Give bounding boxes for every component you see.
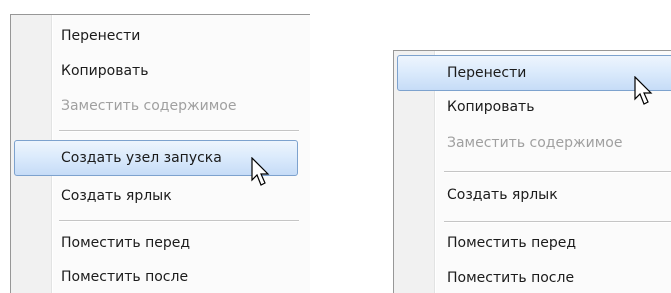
menu-item-label: Заместить содержимое (447, 135, 623, 151)
menu-item-label: Поместить после (61, 269, 189, 285)
menu-item-label: Заместить содержимое (61, 98, 237, 114)
menu-item-move[interactable]: Перенести (61, 18, 301, 54)
menu-item-create-shortcut[interactable]: Создать ярлык (447, 177, 667, 213)
menu-separator (59, 220, 299, 222)
menu-item-label: Копировать (61, 63, 149, 79)
menu-separator (59, 130, 299, 132)
menu-item-copy[interactable]: Копировать (61, 53, 301, 89)
menu-item-replace-content: Заместить содержимое (61, 88, 301, 124)
menu-item-move[interactable]: Перенести (397, 55, 671, 91)
mouse-pointer-icon (634, 76, 653, 105)
menu-item-label: Создать ярлык (447, 187, 558, 203)
menu-item-label: Перенести (447, 65, 527, 81)
menu-item-place-before[interactable]: Поместить перед (61, 225, 301, 261)
menu-separator (444, 221, 671, 223)
menu-item-label: Создать ярлык (61, 188, 172, 204)
menu-item-label: Перенести (61, 28, 141, 44)
menu-item-label: Создать узел запуска (61, 150, 222, 166)
context-menu-left: Перенести Копировать Заместить содержимо… (10, 14, 310, 293)
menu-item-label: Поместить перед (61, 235, 191, 251)
screenshot-canvas: Перенести Копировать Заместить содержимо… (0, 0, 671, 293)
menu-item-label: Поместить после (447, 270, 575, 286)
menu-separator (444, 171, 671, 173)
mouse-pointer-icon (251, 157, 270, 186)
menu-item-replace-content: Заместить содержимое (447, 125, 667, 161)
menu-item-label: Поместить перед (447, 235, 577, 251)
menu-item-place-after[interactable]: Поместить после (447, 260, 667, 293)
menu-item-place-before[interactable]: Поместить перед (447, 225, 667, 261)
context-menu-right: Перенести Копировать Заместить содержимо… (393, 50, 671, 293)
menu-item-label: Копировать (447, 99, 535, 115)
menu-item-place-after[interactable]: Поместить после (61, 259, 301, 293)
